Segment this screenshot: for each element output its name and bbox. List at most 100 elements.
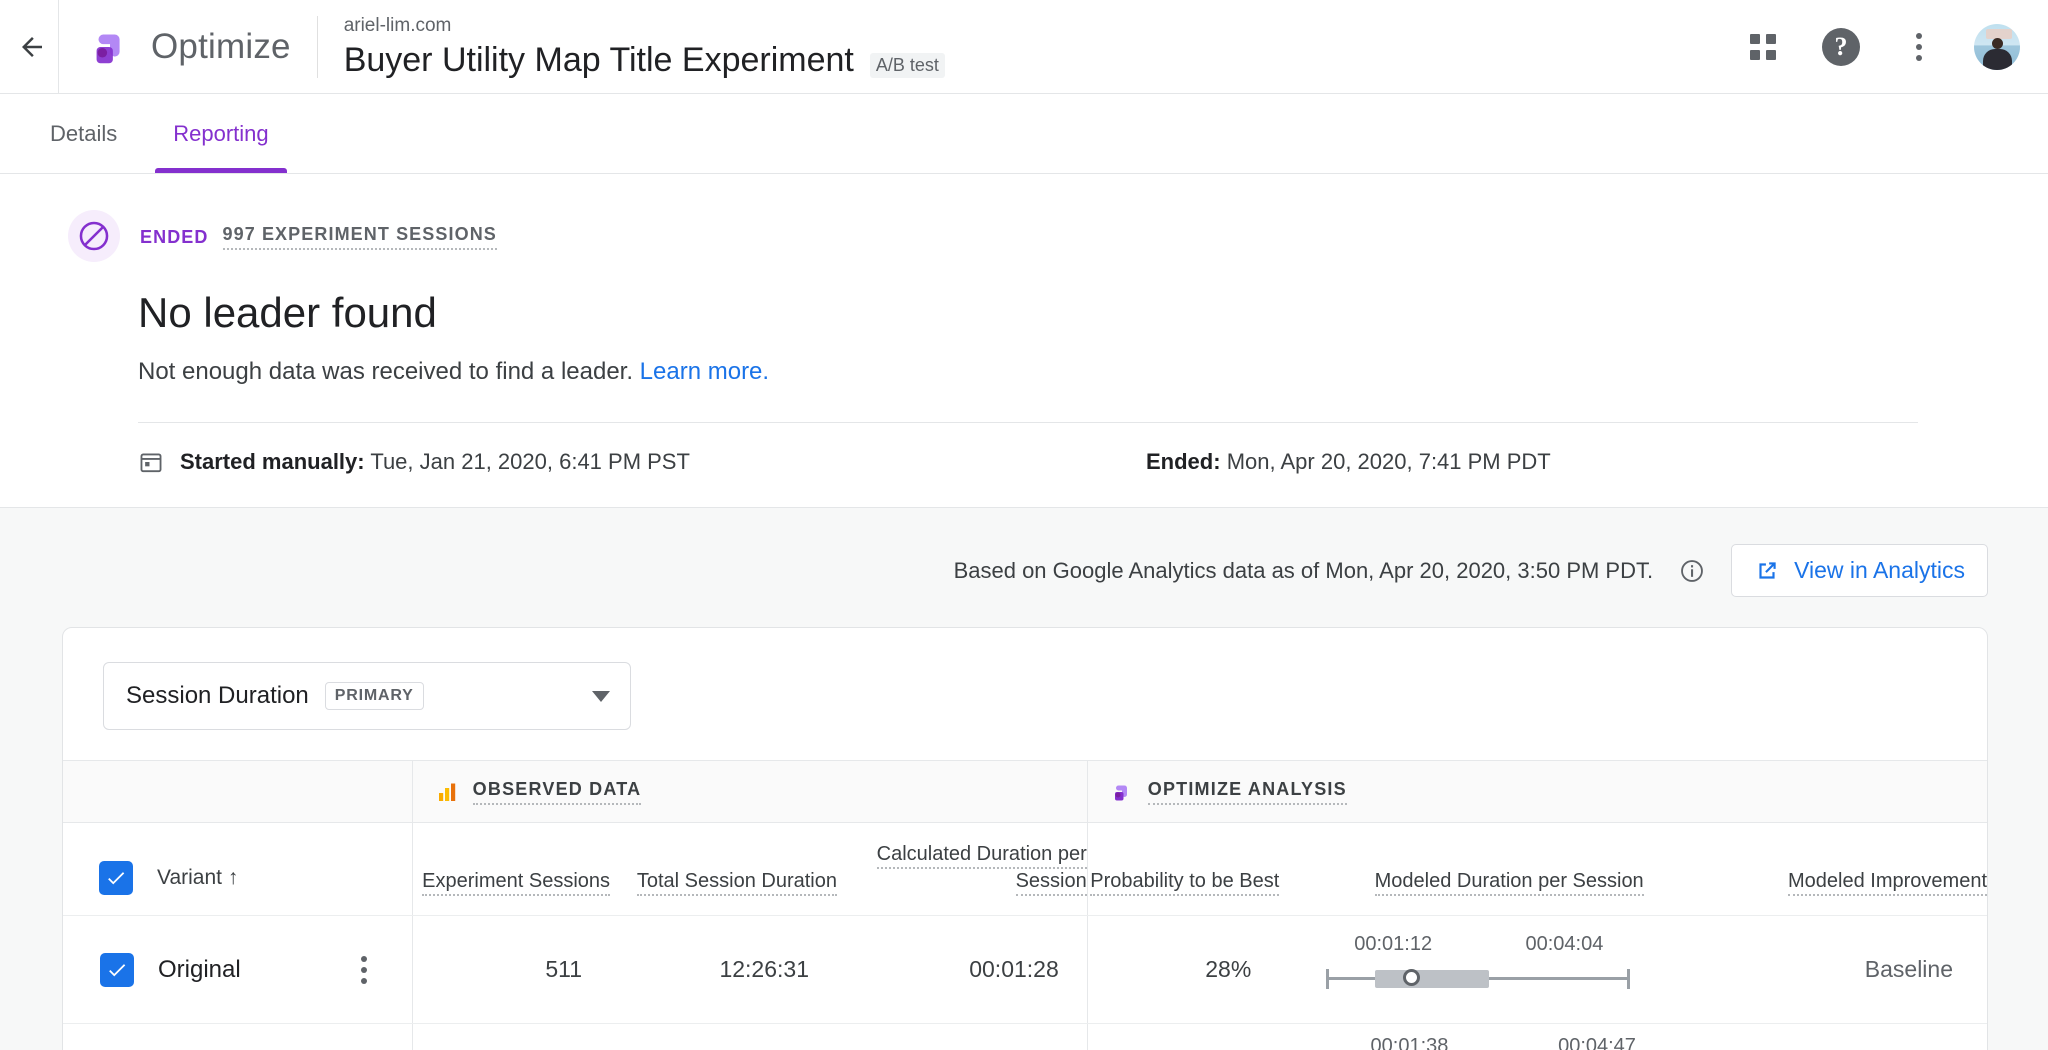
cell-total-duration-original: 12:26:31 [610,915,837,1024]
header-experiment-sessions[interactable]: Experiment Sessions [411,822,611,916]
status-badge: ENDED [140,226,209,247]
bar-chart-icon [438,783,455,801]
end-date-value: Mon, Apr 20, 2020, 7:41 PM PDT [1226,449,1551,474]
info-icon[interactable] [1679,558,1705,584]
cell-modeled-duration-variant-1: 00:01:38 00:04:47 [1279,1023,1740,1050]
boxplot-low-label-original: 00:01:12 [1354,932,1433,955]
summary-headline: No leader found [138,289,437,336]
tab-reporting[interactable]: Reporting [145,94,296,173]
summary-subtext: Not enough data was received to find a l… [138,358,1988,386]
optimize-logo-icon [1114,785,1127,800]
ga-data-note: Based on Google Analytics data as of Mon… [953,557,1654,583]
report-card: Session Duration PRIMARY OBSERVED DATA O… [62,627,1988,1050]
select-all-checkbox[interactable] [99,861,133,895]
avatar[interactable] [1974,23,2020,70]
row-checkbox-original[interactable] [100,952,134,987]
header-calculated-duration[interactable]: Calculated Duration per Session [836,822,1088,916]
table-row: Variant 1 483 15:46:28 00:01:58 72% 00:0… [63,1023,1987,1050]
end-date-label: Ended: [1146,449,1221,474]
tab-bar: Details Reporting [0,94,2048,174]
row-original-variant-cell: Original [63,915,413,1024]
experiment-type-badge: A/B test [869,52,945,78]
boxplot-high-label-variant-1: 00:04:47 [1558,1034,1636,1050]
report-toolbar: Based on Google Analytics data as of Mon… [0,508,2048,597]
app-bar: Optimize ariel-lim.com Buyer Utility Map… [0,0,2048,94]
metric-select[interactable]: Session Duration PRIMARY [103,662,631,730]
open-in-new-icon [1759,561,1776,579]
view-in-analytics-button[interactable]: View in Analytics [1731,544,1988,597]
end-date: Ended: Mon, Apr 20, 2020, 7:41 PM PDT [1146,449,1551,475]
start-date: Started manually: Tue, Jan 21, 2020, 6:4… [180,449,690,475]
optimize-logo-icon [96,34,120,63]
experiment-dates: Started manually: Tue, Jan 21, 2020, 6:4… [138,423,1988,507]
boxplot-low-label-variant-1: 00:01:38 [1370,1034,1449,1050]
boxplot-box-original [1374,969,1489,988]
tab-details-label: Details [50,120,118,146]
row-variant1-variant-cell: Variant 1 [63,1023,413,1050]
header-probability-best[interactable]: Probability to be Best [1086,822,1280,916]
start-date-value: Tue, Jan 21, 2020, 6:41 PM PST [370,449,690,474]
boxplot-variant-1: 00:01:38 00:04:47 [1305,1035,1713,1050]
cell-probability-best-variant-1: 72% [1086,1023,1280,1050]
help-icon: ? [1822,27,1860,66]
variant-column-header[interactable]: Variant ↑ [157,866,238,890]
report-section: Based on Google Analytics data as of Mon… [0,508,2048,1050]
header-modeled-duration[interactable]: Modeled Duration per Session [1279,822,1740,916]
group-header-spacer [63,760,413,823]
boxplot-cap-low-original [1325,968,1329,989]
apps-grid-button[interactable] [1740,24,1786,70]
more-vertical-icon [1916,32,1922,61]
cell-total-duration-variant-1: 15:46:28 [610,1023,837,1050]
cell-experiment-sessions-variant-1: 483 [411,1023,611,1050]
header-total-session-duration[interactable]: Total Session Duration [610,822,837,916]
page-title: Buyer Utility Map Title Experiment [343,40,854,79]
brand-block[interactable]: Optimize [59,24,317,70]
group-optimize-analysis-label[interactable]: OPTIMIZE ANALYSIS [1147,779,1347,805]
chevron-down-icon [592,690,610,702]
cell-probability-best-original: 28% [1086,915,1280,1024]
site-domain: ariel-lim.com [343,14,452,36]
app-root: Optimize ariel-lim.com Buyer Utility Map… [0,0,2048,1050]
apps-grid-icon [1750,33,1776,60]
table-row: Original 511 12:26:31 00:01:28 28% 00:01… [63,915,1987,1024]
cell-modeled-duration-original: 00:01:12 00:04:04 [1279,915,1740,1024]
appbar-actions: ? [1740,23,2048,70]
cell-modeled-improvement-original: Baseline [1739,915,1987,1024]
results-table: OBSERVED DATA OPTIMIZE ANALYSIS Variant … [63,760,1987,1050]
variant-header-cell: Variant ↑ [63,822,413,916]
metric-picker-wrap: Session Duration PRIMARY [63,628,1987,760]
arrow-left-icon [22,36,42,57]
cell-modeled-improvement-variant-1: -44% to 185% [1739,1023,1987,1050]
summary-subtext-text: Not enough data was received to find a l… [138,358,633,385]
avatar-body [1983,48,2012,70]
tab-reporting-label: Reporting [173,120,269,146]
experiment-title-block: ariel-lim.com Buyer Utility Map Title Ex… [318,14,945,80]
tab-details[interactable]: Details [22,94,145,173]
table-header-row: Variant ↑ Experiment Sessions Total Sess… [63,822,1987,916]
group-optimize-analysis: OPTIMIZE ANALYSIS [1086,760,1987,823]
group-observed-data-label[interactable]: OBSERVED DATA [472,779,642,805]
status-line: ENDED 997 EXPERIMENT SESSIONS [68,210,1988,262]
boxplot-original: 00:01:12 00:04:04 [1305,927,1713,1013]
metric-primary-badge: PRIMARY [324,682,424,710]
experiment-summary: ENDED 997 EXPERIMENT SESSIONS No leader … [0,174,2048,508]
avatar-background [1986,28,2012,39]
help-button[interactable]: ? [1818,24,1864,70]
row-menu-original[interactable] [360,955,367,984]
back-button[interactable] [10,25,54,69]
group-observed-data: OBSERVED DATA [411,760,1088,823]
blocked-circle-icon [79,221,109,251]
boxplot-median-original [1403,968,1421,986]
start-date-label: Started manually: [180,449,365,474]
learn-more-link[interactable]: Learn more. [640,358,769,385]
boxplot-cap-high-original [1627,968,1631,989]
avatar-head [1992,37,2003,49]
table-group-header-row: OBSERVED DATA OPTIMIZE ANALYSIS [63,760,1987,823]
cell-calculated-duration-original: 00:01:28 [836,915,1088,1024]
experiment-sessions-count[interactable]: 997 EXPERIMENT SESSIONS [222,224,497,250]
boxplot-high-label-original: 00:04:04 [1525,932,1604,955]
more-options-button[interactable] [1896,24,1942,70]
view-in-analytics-label: View in Analytics [1794,557,1965,583]
status-icon-wrap [68,210,120,262]
header-modeled-improvement[interactable]: Modeled Improvement [1739,822,1987,916]
